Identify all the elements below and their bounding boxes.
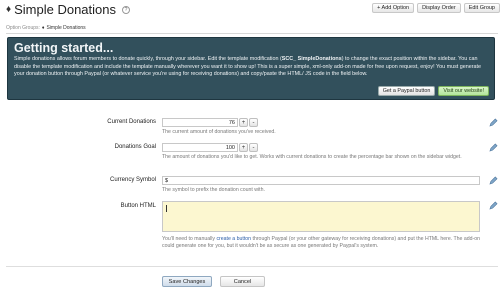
add-option-button[interactable]: + Add Option — [372, 3, 415, 13]
get-paypal-button[interactable]: Get a Paypal button — [377, 86, 436, 96]
form-actions: Save Changes Cancel — [162, 276, 265, 287]
pencil-edit-icon[interactable] — [489, 143, 498, 152]
page-title-text: Simple Donations — [14, 2, 116, 17]
display-order-button[interactable]: Display Order — [417, 3, 461, 13]
current-donations-input[interactable]: 76 — [162, 118, 238, 127]
donations-goal-minus-button[interactable]: - — [249, 143, 258, 152]
edit-group-button[interactable]: Edit Group — [463, 3, 500, 13]
current-donations-stepper: 76 + - — [162, 118, 258, 127]
donations-goal-label: Donations Goal — [114, 144, 156, 150]
banner-text: Simple donations allows forum members to… — [14, 56, 482, 77]
help-icon[interactable]: ? — [122, 5, 130, 14]
banner-heading: Getting started... — [14, 41, 114, 55]
currency-symbol-input[interactable]: $ — [162, 176, 480, 185]
donations-goal-plus-button[interactable]: + — [239, 143, 248, 152]
pencil-edit-icon[interactable] — [489, 118, 498, 127]
diamond-icon: ♦ — [41, 25, 45, 31]
current-donations-minus-button[interactable]: - — [249, 118, 258, 127]
getting-started-banner: Getting started... Simple donations allo… — [7, 37, 495, 100]
donations-goal-input[interactable]: 100 — [162, 143, 238, 152]
button-html-description: You'll need to manually create a button … — [162, 236, 481, 249]
banner-actions: Get a Paypal button Visit our website! — [377, 86, 489, 96]
pencil-edit-icon[interactable] — [489, 201, 498, 210]
donations-goal-stepper: 100 + - — [162, 143, 258, 152]
currency-symbol-label: Currency Symbol — [109, 177, 156, 183]
header-actions: + Add Option Display Order Edit Group — [372, 3, 500, 13]
visit-website-button[interactable]: Visit our website! — [438, 86, 489, 96]
cancel-button[interactable]: Cancel — [220, 276, 265, 287]
create-button-link[interactable]: create a button — [216, 236, 251, 242]
currency-symbol-description: The symbol to prefix the donation count … — [162, 187, 265, 193]
page-title: ♦ Simple Donations ? — [6, 2, 130, 17]
text-caret — [166, 205, 167, 212]
current-donations-label: Current Donations — [107, 119, 156, 125]
button-html-textarea[interactable] — [162, 201, 480, 232]
form-divider — [6, 266, 498, 267]
breadcrumb-current[interactable]: Simple Donations — [46, 25, 85, 31]
header-divider — [6, 33, 498, 34]
save-changes-button[interactable]: Save Changes — [162, 276, 212, 287]
current-donations-plus-button[interactable]: + — [239, 118, 248, 127]
button-html-label: Button HTML — [120, 203, 156, 209]
breadcrumb: Option Groups: ♦ Simple Donations — [6, 24, 86, 32]
breadcrumb-prefix[interactable]: Option Groups: — [6, 25, 40, 31]
current-donations-description: The current amount of donations you've r… — [162, 129, 276, 135]
diamond-icon: ♦ — [6, 4, 12, 15]
pencil-edit-icon[interactable] — [489, 176, 498, 185]
donations-goal-description: The amount of donations you'd like to ge… — [162, 154, 462, 160]
